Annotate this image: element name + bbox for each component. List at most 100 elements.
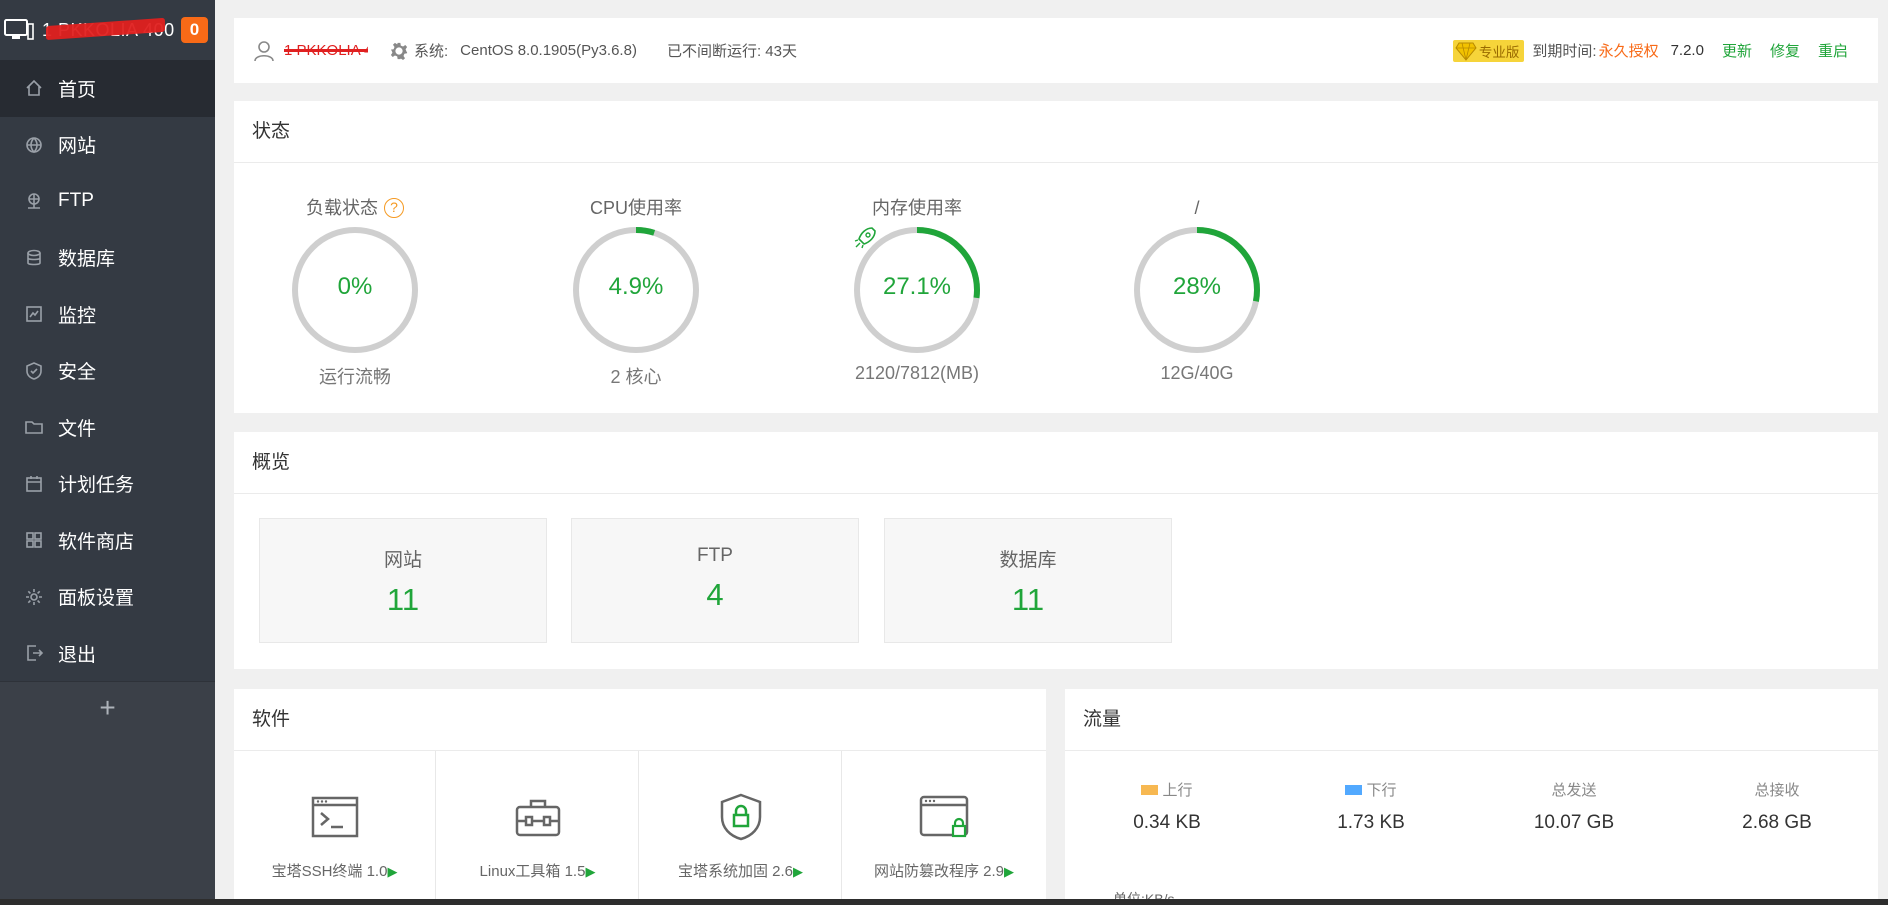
gauge-cpu[interactable]: CPU使用率 4.9% 2 核心: [536, 193, 736, 389]
system-gear-icon: [390, 42, 408, 60]
traffic-title: 流量: [1065, 689, 1878, 751]
sidebar-item-label: 网站: [58, 136, 97, 158]
overview-card-database[interactable]: 数据库 11: [884, 518, 1172, 643]
sidebar-footer: [0, 733, 215, 905]
overview-count[interactable]: 4: [572, 577, 858, 613]
up-label: 上行: [1162, 782, 1193, 799]
sidebar-item-label: 退出: [58, 644, 97, 666]
sidebar-item-store[interactable]: 软件商店: [0, 512, 215, 569]
pro-badge[interactable]: 专业版: [1452, 39, 1525, 62]
sidebar-item-monitor[interactable]: 监控: [0, 286, 215, 343]
down-value: 1.73 KB: [1337, 812, 1405, 833]
gauge-disk[interactable]: / 28% 12G/40G: [1097, 193, 1297, 384]
expire-label: 到期时间:: [1532, 43, 1597, 60]
gauge-memory[interactable]: 内存使用率 27.1% 2120/7812(MB): [817, 193, 1017, 384]
sidebar-item-ftp[interactable]: FTP: [0, 173, 215, 230]
add-shortcut-button[interactable]: +: [0, 681, 215, 733]
software-item-tamper[interactable]: 网站防篡改程序 2.9▶: [843, 751, 1045, 905]
play-icon[interactable]: ▶: [585, 864, 595, 879]
pro-label: 专业版: [1478, 44, 1520, 60]
gauge-ring: 28%: [1132, 225, 1262, 355]
sent-value: 10.07 GB: [1533, 812, 1615, 833]
notification-badge[interactable]: 0: [181, 17, 208, 43]
expire-value: 永久授权: [1598, 43, 1659, 60]
play-icon[interactable]: ▶: [793, 864, 803, 879]
traffic-received: 总接收 2.68 GB: [1702, 779, 1852, 834]
overview-card-website[interactable]: 网站 11: [259, 518, 547, 643]
gauge-value: 28%: [1172, 273, 1222, 300]
hostname: 1 PKKOLIA 400: [42, 19, 175, 40]
gauge-detail: 2120/7812(MB): [854, 363, 980, 383]
software-item-hardening[interactable]: 宝塔系统加固 2.6▶: [640, 751, 842, 905]
gauge-detail: 12G/40G: [1160, 363, 1234, 383]
sidebar-nav: 首页 网站 FTP 数据库 监控 安全 文件 计划任务 软件商店 面板设置 退出: [0, 60, 215, 682]
gauge-value: 0%: [337, 273, 373, 300]
user-icon: [254, 40, 274, 61]
rocket-icon[interactable]: [852, 225, 878, 251]
traffic-panel: 流量 上行 0.34 KB 下行 1.73 KB 总发送 10.07 GB 总接…: [1065, 689, 1878, 905]
sidebar-item-security[interactable]: 安全: [0, 343, 215, 400]
software-panel: 软件 宝塔SSH终端 1.0▶ Linux工具箱 1.5▶ 宝塔系统加固 2.6…: [234, 689, 1046, 905]
received-label: 总接收: [1754, 782, 1800, 799]
restart-link[interactable]: 重启: [1818, 40, 1848, 61]
overview-label: 数据库: [999, 550, 1057, 571]
username[interactable]: 1 PKKOLIA 4007: [284, 42, 368, 59]
status-panel: 状态: [234, 101, 1878, 413]
gauge-value: 4.9%: [608, 273, 664, 300]
overview-label: 网站: [383, 550, 422, 571]
software-name: 网站防篡改程序 2.9: [873, 863, 1005, 880]
window-bottom-edge: [0, 899, 1888, 905]
folder-icon: [25, 421, 43, 435]
calendar-icon: [26, 475, 42, 492]
down-swatch: [1345, 784, 1363, 795]
system-label: 系统:: [414, 43, 449, 60]
overview-label: FTP: [697, 545, 733, 566]
help-icon[interactable]: ?: [384, 198, 404, 218]
sidebar-item-website[interactable]: 网站: [0, 117, 215, 174]
play-icon[interactable]: ▶: [1004, 864, 1014, 879]
software-item-ssh[interactable]: 宝塔SSH终端 1.0▶: [234, 751, 436, 905]
ftp-icon: [28, 193, 40, 210]
sidebar-item-home[interactable]: 首页: [0, 60, 215, 117]
monitor-icon: [4, 19, 34, 40]
database-icon: [27, 249, 41, 266]
play-icon[interactable]: ▶: [387, 864, 397, 879]
toolbox-icon: [515, 799, 560, 837]
gauge-label: 负载状态: [306, 198, 378, 218]
repair-link[interactable]: 修复: [1770, 40, 1800, 61]
sidebar-item-label: 计划任务: [58, 475, 135, 497]
uptime: 已不间断运行: 43天: [666, 43, 797, 60]
gauge-ring: 27.1%: [852, 225, 982, 355]
overview-card-ftp[interactable]: FTP 4: [571, 518, 859, 643]
sidebar-item-label: 软件商店: [58, 531, 135, 553]
gauges: [234, 163, 1878, 413]
gauge-value: 27.1%: [882, 273, 952, 300]
gear-icon: [26, 588, 42, 605]
update-link[interactable]: 更新: [1722, 40, 1752, 61]
system-value: CentOS 8.0.1905(Py3.6.8): [460, 42, 637, 59]
status-title: 状态: [234, 101, 1878, 163]
gauge-label: /: [1194, 198, 1200, 218]
grid-icon: [26, 532, 42, 549]
sidebar-item-label: 安全: [58, 362, 97, 384]
sidebar-item-logout[interactable]: 退出: [0, 625, 215, 682]
shield-lock-icon: [720, 793, 761, 841]
sidebar-item-settings[interactable]: 面板设置: [0, 569, 215, 626]
globe-icon: [26, 136, 42, 153]
home-icon: [26, 80, 42, 97]
gauge-load[interactable]: 负载状态? 0% 运行流畅: [255, 193, 455, 389]
software-item-toolbox[interactable]: Linux工具箱 1.5▶: [437, 751, 639, 905]
browser-lock-icon: [919, 795, 969, 838]
sidebar-item-cron[interactable]: 计划任务: [0, 456, 215, 513]
received-value: 2.68 GB: [1742, 812, 1812, 833]
sidebar-item-database[interactable]: 数据库: [0, 230, 215, 287]
overview-count[interactable]: 11: [260, 582, 546, 618]
software-name: 宝塔SSH终端 1.0: [271, 863, 388, 880]
overview-count[interactable]: 11: [885, 582, 1171, 618]
panel-version: 7.2.0: [1670, 42, 1704, 59]
sidebar-item-label: 面板设置: [58, 588, 135, 610]
up-value: 0.34 KB: [1133, 812, 1201, 833]
shield-icon: [26, 361, 42, 380]
sidebar-item-files[interactable]: 文件: [0, 399, 215, 456]
software-name: 宝塔系统加固 2.6: [677, 863, 794, 880]
